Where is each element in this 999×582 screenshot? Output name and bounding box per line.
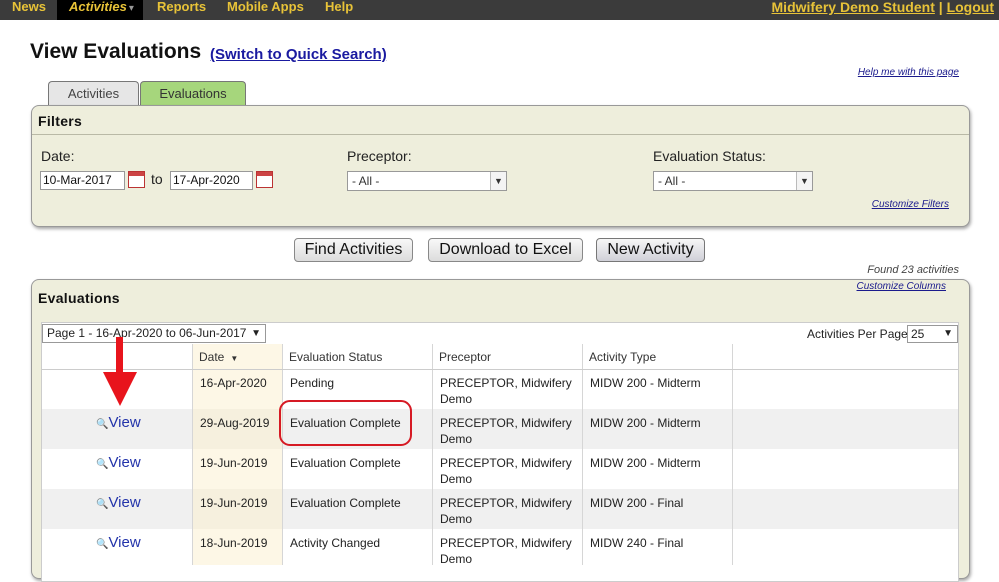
per-page-select[interactable]: 25 ▼ (907, 325, 958, 343)
sort-desc-icon: ▼ (230, 354, 239, 363)
cell-activity-type: MIDW 200 - Final (590, 496, 684, 510)
cell-status: Evaluation Complete (290, 496, 401, 510)
column-header-date-label: Date (199, 350, 225, 364)
preceptor-select-value: - All - (352, 174, 380, 188)
cell-activity-type: MIDW 200 - Midterm (590, 456, 701, 470)
cell-status: Pending (290, 376, 335, 390)
page-select-value: Page 1 - 16-Apr-2020 to 06-Jun-2017 (47, 326, 247, 340)
filters-title: Filters (38, 113, 83, 129)
cell-date: 29-Aug-2019 (200, 416, 270, 430)
column-divider (432, 344, 433, 565)
preceptor-label: Preceptor: (347, 148, 412, 164)
status-select-value: - All - (658, 174, 686, 188)
cell-date: 16-Apr-2020 (200, 376, 267, 390)
cell-activity-type: MIDW 240 - Final (590, 536, 684, 550)
evaluations-title: Evaluations (38, 290, 120, 306)
nav-news[interactable]: News (12, 0, 46, 20)
download-excel-button[interactable]: Download to Excel (428, 238, 583, 262)
header-divider (42, 369, 958, 370)
column-divider (192, 344, 193, 565)
column-divider (582, 344, 583, 565)
page-title: View Evaluations (30, 40, 202, 63)
annotation-arrow-icon (103, 372, 137, 406)
cell-activity-type: MIDW 200 - Midterm (590, 376, 701, 390)
column-header-status[interactable]: Evaluation Status (282, 344, 432, 370)
cell-preceptor: PRECEPTOR, Midwifery Demo (440, 416, 572, 446)
magnifier-icon: 🔍 (96, 419, 109, 430)
view-link-label: View (108, 454, 141, 471)
magnifier-icon: 🔍 (96, 539, 109, 550)
view-link-label: View (108, 494, 141, 511)
per-page-label: Activities Per Page: (807, 327, 912, 341)
column-header-preceptor[interactable]: Preceptor (432, 344, 582, 370)
view-link[interactable]: 🔍View (96, 414, 141, 431)
date-to-label: to (151, 171, 163, 187)
tab-activities[interactable]: Activities (48, 81, 139, 105)
result-count: Found 23 activities (867, 264, 959, 276)
nav-activities-label: Activities (69, 0, 127, 14)
magnifier-icon: 🔍 (96, 499, 109, 510)
column-divider (282, 344, 283, 565)
user-area: Midwifery Demo Student | Logout (772, 0, 994, 14)
view-link[interactable]: 🔍View (96, 494, 141, 511)
view-link-label: View (108, 534, 141, 551)
customize-columns-link[interactable]: Customize Columns (857, 281, 946, 292)
logout-link[interactable]: Logout (947, 0, 994, 15)
date-label: Date: (41, 148, 75, 164)
cell-date: 18-Jun-2019 (200, 536, 268, 550)
view-link-label: View (108, 414, 141, 431)
cell-date: 19-Jun-2019 (200, 456, 268, 470)
preceptor-select[interactable]: - All - ▼ (347, 171, 507, 191)
nav-mobile-apps[interactable]: Mobile Apps (227, 0, 304, 20)
quick-search-link[interactable]: (Switch to Quick Search) (210, 46, 387, 63)
cell-preceptor: PRECEPTOR, Midwifery Demo (440, 376, 572, 406)
chevron-down-icon: ▼ (490, 172, 506, 190)
top-nav: News Activities ▾ Reports Mobile Apps Hel… (0, 0, 999, 20)
chevron-down-icon: ▼ (943, 328, 953, 339)
column-header-date[interactable]: Date ▼ (192, 344, 282, 370)
nav-activities[interactable]: Activities ▾ (57, 0, 143, 20)
nav-separator: | (938, 0, 943, 15)
page-select[interactable]: Page 1 - 16-Apr-2020 to 06-Jun-2017 ▼ (42, 324, 266, 343)
cell-preceptor: PRECEPTOR, Midwifery Demo (440, 536, 572, 566)
annotation-highlight-ring (279, 400, 412, 446)
new-activity-button[interactable]: New Activity (596, 238, 705, 262)
nav-help[interactable]: Help (325, 0, 353, 20)
cell-date: 19-Jun-2019 (200, 496, 268, 510)
view-link[interactable]: 🔍View (96, 454, 141, 471)
cell-preceptor: PRECEPTOR, Midwifery Demo (440, 456, 572, 486)
status-label: Evaluation Status: (653, 148, 766, 164)
find-activities-button[interactable]: Find Activities (294, 238, 413, 262)
cell-status: Evaluation Complete (290, 456, 401, 470)
column-divider (732, 344, 733, 565)
view-link[interactable]: 🔍View (96, 534, 141, 551)
chevron-down-icon: ▾ (128, 3, 134, 14)
status-select[interactable]: - All - ▼ (653, 171, 813, 191)
user-name-link[interactable]: Midwifery Demo Student (772, 0, 935, 15)
help-link[interactable]: Help me with this page (858, 67, 959, 78)
cell-activity-type: MIDW 200 - Midterm (590, 416, 701, 430)
filters-panel: Filters Customize Filters (31, 105, 970, 227)
date-from-input[interactable]: 10-Mar-2017 (40, 171, 125, 190)
magnifier-icon: 🔍 (96, 459, 109, 470)
cell-status: Activity Changed (290, 536, 381, 550)
date-to-input[interactable]: 17-Apr-2020 (170, 171, 253, 190)
chevron-down-icon: ▼ (796, 172, 812, 190)
column-header-activity-type[interactable]: Activity Type (582, 344, 732, 370)
divider (32, 134, 969, 135)
nav-reports[interactable]: Reports (157, 0, 206, 20)
annotation-arrow-shaft (116, 337, 123, 373)
chevron-down-icon: ▼ (251, 328, 261, 339)
cell-preceptor: PRECEPTOR, Midwifery Demo (440, 496, 572, 526)
calendar-icon[interactable] (128, 171, 145, 188)
per-page-value: 25 (911, 327, 925, 341)
tab-evaluations[interactable]: Evaluations (140, 81, 246, 105)
calendar-icon[interactable] (256, 171, 273, 188)
customize-filters-link[interactable]: Customize Filters (872, 199, 949, 210)
